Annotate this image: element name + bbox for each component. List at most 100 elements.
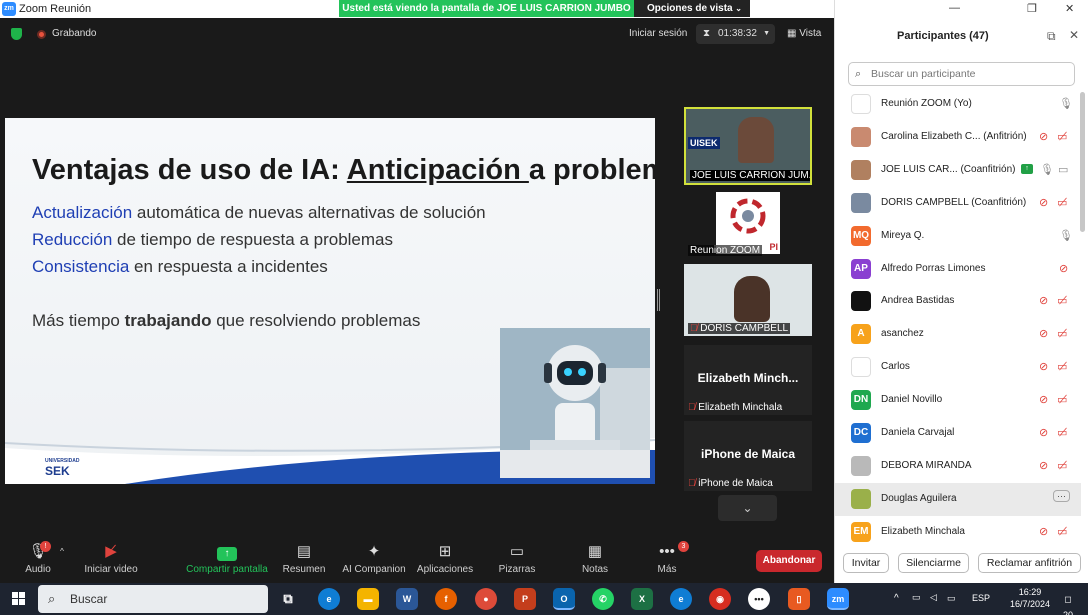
mic-muted-icon[interactable]: ⊘ — [1039, 130, 1048, 143]
whiteboards-button[interactable]: ▭ Pizarras — [496, 543, 538, 575]
participant-list-scrollbar[interactable] — [1080, 92, 1085, 232]
taskbar-search-input[interactable]: ⌕ Buscar — [38, 585, 268, 613]
volume-icon[interactable]: ◁ — [930, 592, 937, 603]
mic-muted-icon[interactable]: ⊘ — [1039, 525, 1048, 538]
start-video-button[interactable]: ▶̸ Iniciar video — [82, 543, 140, 575]
apps-button[interactable]: ⊞ Aplicaciones — [416, 543, 474, 575]
audio-button[interactable]: 🎙 Audio ! — [18, 541, 58, 575]
video-tile-name: iPhone de Maica — [700, 447, 796, 461]
ai-companion-button[interactable]: ✦ AI Companion — [340, 543, 408, 575]
participant-row[interactable]: AP Alfredo Porras Limones ⊘ — [835, 253, 1081, 286]
app-icon[interactable]: ▯ — [788, 588, 810, 610]
close-window-button[interactable]: ✕ — [1065, 2, 1074, 15]
mic-muted-icon[interactable]: ⊘ — [1039, 294, 1048, 307]
participant-row[interactable]: JOE LUIS CAR... (Coanfitrión) ↑ 🎙 ▭ — [835, 154, 1081, 187]
video-off-icon[interactable]: ▭̸ — [1057, 426, 1067, 439]
chevron-up-icon[interactable]: ^ — [894, 593, 899, 604]
participant-row[interactable]: EM Elizabeth Minchala ⊘ ▭̸ — [835, 516, 1081, 548]
video-off-icon[interactable]: ▭̸ — [1057, 459, 1067, 472]
whatsapp-icon[interactable]: ✆ — [592, 588, 614, 610]
excel-icon[interactable]: X — [631, 588, 653, 610]
video-off-icon[interactable]: ▭̸ — [1057, 393, 1067, 406]
language-indicator[interactable]: ESP — [972, 593, 990, 603]
participant-row[interactable]: Carlos ⊘ ▭̸ — [835, 351, 1081, 384]
video-tile-label: JOE LUIS CARRION JUM... — [690, 170, 810, 181]
network-icon[interactable]: ▭ — [912, 592, 921, 603]
video-off-icon[interactable]: ▭̸ — [1057, 327, 1067, 340]
participant-row[interactable]: Andrea Bastidas ⊘ ▭̸ — [835, 285, 1081, 318]
avatar — [851, 94, 871, 114]
video-off-icon[interactable]: ▭̸ — [1057, 525, 1067, 538]
mic-muted-icon[interactable]: ⊘ — [1039, 393, 1048, 406]
notes-button[interactable]: ▦ Notas — [578, 543, 612, 575]
task-view-icon[interactable]: ⧉ — [277, 588, 299, 610]
notification-center[interactable]: ◻ 20 — [1059, 591, 1077, 615]
more-options-icon[interactable]: ··· — [1053, 489, 1070, 502]
more-button[interactable]: ••• Más 3 — [652, 541, 689, 575]
mic-icon[interactable]: 🎙 — [1059, 97, 1073, 110]
mute-me-button[interactable]: Silenciarme — [898, 553, 969, 573]
panel-resize-handle[interactable] — [657, 289, 660, 311]
invite-button[interactable]: Invitar — [843, 553, 889, 573]
participant-row[interactable]: Aasanchez ⊘ ▭̸ — [835, 318, 1081, 351]
participant-row[interactable]: Reunión ZOOM (Yo) 🎙 — [835, 88, 1081, 121]
recorder-icon[interactable]: ◉ — [709, 588, 731, 610]
participant-row[interactable]: DN Daniel Novillo ⊘ ▭̸ — [835, 384, 1081, 417]
outlook-icon[interactable]: O — [553, 588, 575, 610]
view-options-button[interactable]: Opciones de vista ⌄ — [634, 0, 750, 17]
zoom-taskbar-icon[interactable]: zm — [827, 588, 849, 610]
video-tile-doris-campbell[interactable]: 🎙̸ DORIS CAMPBELL — [684, 264, 812, 336]
mic-muted-icon[interactable]: ⊘ — [1039, 459, 1048, 472]
popout-icon[interactable]: ⧉ — [1047, 29, 1056, 44]
view-button[interactable]: ▦ Vista — [787, 28, 821, 39]
video-off-icon[interactable]: ▭̸ — [1057, 130, 1067, 143]
mic-muted-icon[interactable]: ⊘ — [1039, 426, 1048, 439]
mic-icon[interactable]: 🎙 — [1059, 229, 1073, 242]
participant-row[interactable]: DC Daniela Carvajal ⊘ ▭̸ — [835, 417, 1081, 450]
summary-button[interactable]: ▤ Resumen — [282, 543, 326, 575]
maximize-button[interactable]: ❐ — [1027, 2, 1037, 15]
video-off-icon[interactable]: ▭̸ — [1057, 360, 1067, 373]
windows-start-icon[interactable] — [12, 592, 26, 606]
audio-options-caret[interactable]: ^ — [56, 543, 68, 564]
recording-icon — [37, 30, 46, 39]
video-tile-joe-luis[interactable]: UISEK JOE LUIS CARRION JUM... — [684, 107, 812, 185]
participant-row[interactable]: Carolina Elizabeth C... (Anfitrión) ⊘ ▭̸ — [835, 121, 1081, 154]
close-icon[interactable]: ✕ — [1069, 28, 1079, 42]
mic-icon[interactable]: 🎙 — [1040, 163, 1054, 176]
leave-button[interactable]: Abandonar — [756, 550, 822, 572]
firefox-icon[interactable]: f — [435, 588, 457, 610]
video-off-icon[interactable]: ▭̸ — [1057, 196, 1067, 209]
video-tile-reunion-zoom[interactable]: PI Reunion ZOOM — [684, 188, 812, 258]
avatar — [851, 357, 871, 378]
participant-row[interactable]: DORIS CAMPBELL (Coanfitrión) ⊘ ▭̸ — [835, 187, 1081, 220]
file-explorer-icon[interactable]: ▬ — [357, 588, 379, 610]
scroll-down-button[interactable]: ⌄ — [718, 495, 777, 521]
edge-beta-icon[interactable]: e — [670, 588, 692, 610]
mic-muted-icon[interactable]: ⊘ — [1039, 196, 1048, 209]
mic-muted-icon[interactable]: ⊘ — [1039, 360, 1048, 373]
participant-search-input[interactable]: ⌕ Buscar un participante — [848, 62, 1075, 86]
more-apps-icon[interactable]: ••• — [748, 588, 770, 610]
video-tile-iphone-maica[interactable]: iPhone de Maica 🎙̸ iPhone de Maica — [684, 421, 812, 491]
taskbar-clock[interactable]: 16:29 16/7/2024 — [1008, 586, 1052, 610]
battery-icon[interactable]: ▭ — [947, 593, 956, 604]
mic-muted-icon[interactable]: ⊘ — [1059, 262, 1068, 275]
minimize-button[interactable]: — — [949, 2, 960, 14]
participant-row[interactable]: DEBORA MIRANDA ⊘ ▭̸ — [835, 450, 1081, 483]
sign-in-link[interactable]: Iniciar sesión — [629, 28, 687, 39]
meeting-timer[interactable]: ⧗ 01:38:32 ▼ — [696, 24, 775, 44]
chrome-icon[interactable]: ● — [475, 588, 497, 610]
video-icon[interactable]: ▭ — [1058, 163, 1068, 176]
video-tile-elizabeth[interactable]: Elizabeth Minch... 🎙̸ Elizabeth Minchala — [684, 345, 812, 415]
participant-row[interactable]: Douglas Aguilera ··· — [835, 482, 1081, 516]
participant-row[interactable]: MQ Mireya Q. 🎙 — [835, 220, 1081, 253]
share-screen-button[interactable]: ↑ Compartir pantalla — [185, 543, 269, 575]
video-off-icon[interactable]: ▭̸ — [1057, 294, 1067, 307]
claim-host-button[interactable]: Reclamar anfitrión — [978, 553, 1081, 573]
edge-icon[interactable]: e — [318, 588, 340, 610]
security-shield-icon[interactable] — [11, 28, 22, 40]
mic-muted-icon[interactable]: ⊘ — [1039, 327, 1048, 340]
powerpoint-icon[interactable]: P — [514, 588, 536, 610]
word-icon[interactable]: W — [396, 588, 418, 610]
